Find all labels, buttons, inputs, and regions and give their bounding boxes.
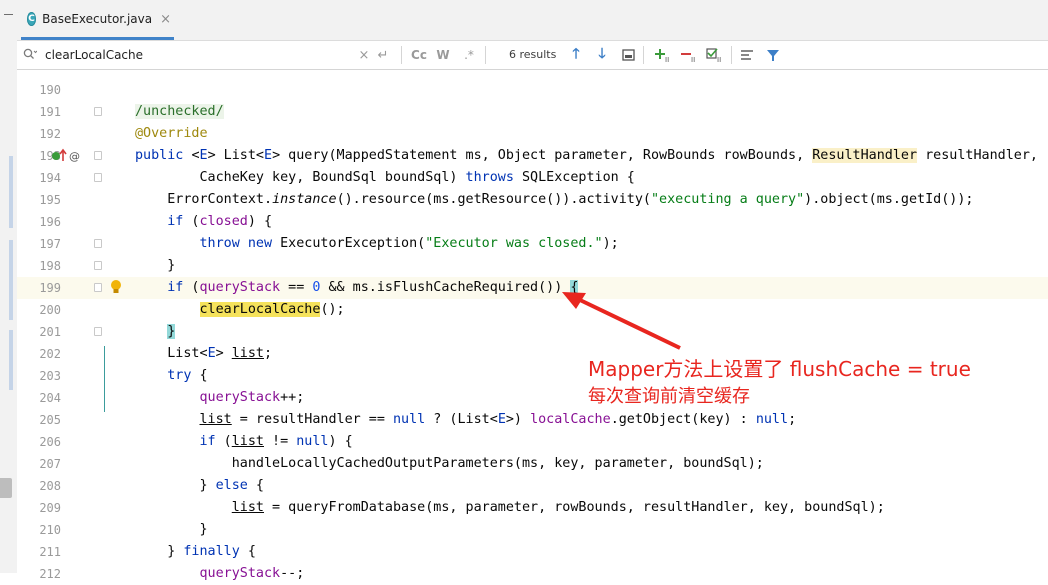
annotation-arrow: [562, 292, 681, 350]
